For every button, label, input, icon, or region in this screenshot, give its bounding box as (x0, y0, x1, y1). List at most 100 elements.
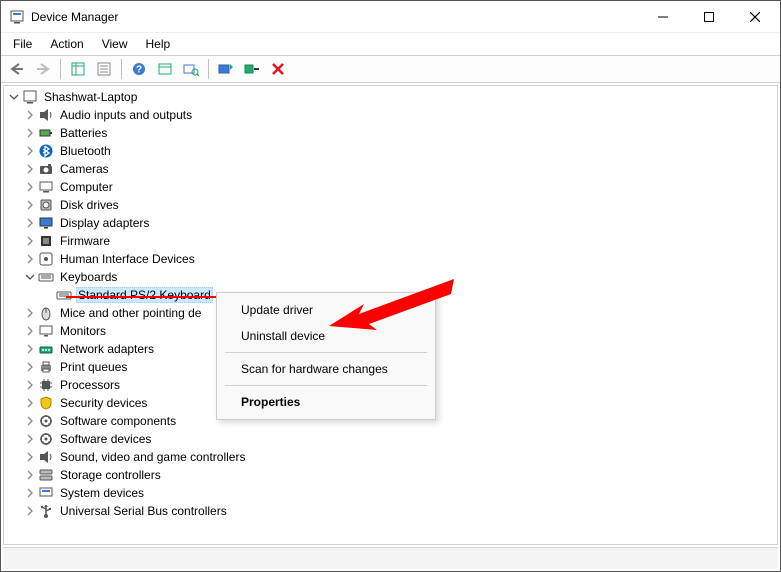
system-icon (38, 485, 54, 501)
keyboard-icon (38, 269, 54, 285)
close-button[interactable] (732, 2, 778, 32)
help-button[interactable]: ? (127, 58, 151, 80)
context-menu-separator (225, 352, 427, 353)
tree-root-label: Shashwat-Laptop (42, 90, 139, 104)
forward-button[interactable] (31, 58, 55, 80)
tree-item-label: Disk drives (58, 198, 121, 212)
tree-item-label: Bluetooth (58, 144, 113, 158)
tree-item[interactable]: Keyboards (4, 268, 777, 286)
title-bar: Device Manager (1, 1, 780, 33)
tree-item-label: Standard PS/2 Keyboard (76, 287, 213, 303)
chevron-right-icon[interactable] (22, 251, 38, 267)
chevron-right-icon[interactable] (22, 233, 38, 249)
chevron-placeholder (40, 287, 56, 303)
chevron-right-icon[interactable] (22, 125, 38, 141)
minimize-button[interactable] (640, 2, 686, 32)
context-menu-update-driver[interactable]: Update driver (219, 297, 433, 323)
chevron-right-icon[interactable] (22, 143, 38, 159)
uninstall-toolbar-button[interactable] (240, 58, 264, 80)
toolbar-separator (208, 59, 209, 79)
chevron-right-icon[interactable] (22, 467, 38, 483)
tree-item[interactable]: Storage controllers (4, 466, 777, 484)
tree-item-label: Monitors (58, 324, 108, 338)
disable-toolbar-button[interactable] (266, 58, 290, 80)
chevron-right-icon[interactable] (22, 179, 38, 195)
chevron-right-icon[interactable] (22, 503, 38, 519)
menu-view[interactable]: View (94, 35, 136, 53)
back-button[interactable] (5, 58, 29, 80)
software-icon (38, 413, 54, 429)
chevron-right-icon[interactable] (22, 413, 38, 429)
update-driver-toolbar-button[interactable] (214, 58, 238, 80)
chevron-right-icon[interactable] (22, 449, 38, 465)
tree-item[interactable]: Software devices (4, 430, 777, 448)
chevron-right-icon[interactable] (22, 431, 38, 447)
scan-hardware-button[interactable] (179, 58, 203, 80)
keyboard-icon (56, 287, 72, 303)
tree-item[interactable]: Batteries (4, 124, 777, 142)
chevron-down-icon[interactable] (6, 89, 22, 105)
tree-item[interactable]: Display adapters (4, 214, 777, 232)
tree-item-label: Storage controllers (58, 468, 163, 482)
chevron-right-icon[interactable] (22, 395, 38, 411)
menu-file[interactable]: File (5, 35, 40, 53)
chevron-right-icon[interactable] (22, 305, 38, 321)
chevron-right-icon[interactable] (22, 377, 38, 393)
chevron-right-icon[interactable] (22, 341, 38, 357)
tree-item[interactable]: Cameras (4, 160, 777, 178)
context-menu-properties[interactable]: Properties (219, 389, 433, 415)
toolbar-separator (60, 59, 61, 79)
maximize-button[interactable] (686, 2, 732, 32)
battery-icon (38, 125, 54, 141)
chevron-right-icon[interactable] (22, 215, 38, 231)
tree-item[interactable]: Universal Serial Bus controllers (4, 502, 777, 520)
display-icon (38, 215, 54, 231)
mouse-icon (38, 305, 54, 321)
tree-item-label: Firmware (58, 234, 112, 248)
tree-item-label: Security devices (58, 396, 149, 410)
tree-item[interactable]: System devices (4, 484, 777, 502)
chevron-right-icon[interactable] (22, 197, 38, 213)
usb-icon (38, 503, 54, 519)
context-menu-separator (225, 385, 427, 386)
menu-action[interactable]: Action (42, 35, 91, 53)
firmware-icon (38, 233, 54, 249)
software-icon (38, 431, 54, 447)
chevron-right-icon[interactable] (22, 161, 38, 177)
properties-button[interactable] (92, 58, 116, 80)
speaker-icon (38, 107, 54, 123)
show-hide-tree-button[interactable] (66, 58, 90, 80)
tree-item[interactable]: Disk drives (4, 196, 777, 214)
chevron-right-icon[interactable] (22, 323, 38, 339)
tree-item-label: Cameras (58, 162, 111, 176)
tree-item-label: Processors (58, 378, 122, 392)
chevron-right-icon[interactable] (22, 107, 38, 123)
tree-item-label: Print queues (58, 360, 129, 374)
action-button[interactable] (153, 58, 177, 80)
chevron-right-icon[interactable] (22, 485, 38, 501)
status-bar (3, 547, 778, 569)
speaker-icon (38, 449, 54, 465)
device-tree[interactable]: Shashwat-LaptopAudio inputs and outputsB… (3, 85, 778, 545)
chevron-right-icon[interactable] (22, 359, 38, 375)
tree-item[interactable]: Computer (4, 178, 777, 196)
context-menu-scan-hardware[interactable]: Scan for hardware changes (219, 356, 433, 382)
network-icon (38, 341, 54, 357)
chevron-down-icon[interactable] (22, 269, 38, 285)
tree-root[interactable]: Shashwat-Laptop (4, 88, 777, 106)
context-menu: Update driver Uninstall device Scan for … (216, 292, 436, 420)
tree-item[interactable]: Audio inputs and outputs (4, 106, 777, 124)
menu-bar: File Action View Help (1, 33, 780, 55)
tree-item[interactable]: Firmware (4, 232, 777, 250)
tree-item-label: Keyboards (58, 270, 119, 284)
context-menu-uninstall-device[interactable]: Uninstall device (219, 323, 433, 349)
tree-item[interactable]: Human Interface Devices (4, 250, 777, 268)
tree-item[interactable]: Sound, video and game controllers (4, 448, 777, 466)
tree-item[interactable]: Bluetooth (4, 142, 777, 160)
tree-item-label: Human Interface Devices (58, 252, 197, 266)
disk-icon (38, 197, 54, 213)
app-icon (9, 9, 25, 25)
annotation-underline (66, 296, 216, 298)
menu-help[interactable]: Help (138, 35, 179, 53)
svg-text:?: ? (136, 65, 142, 76)
